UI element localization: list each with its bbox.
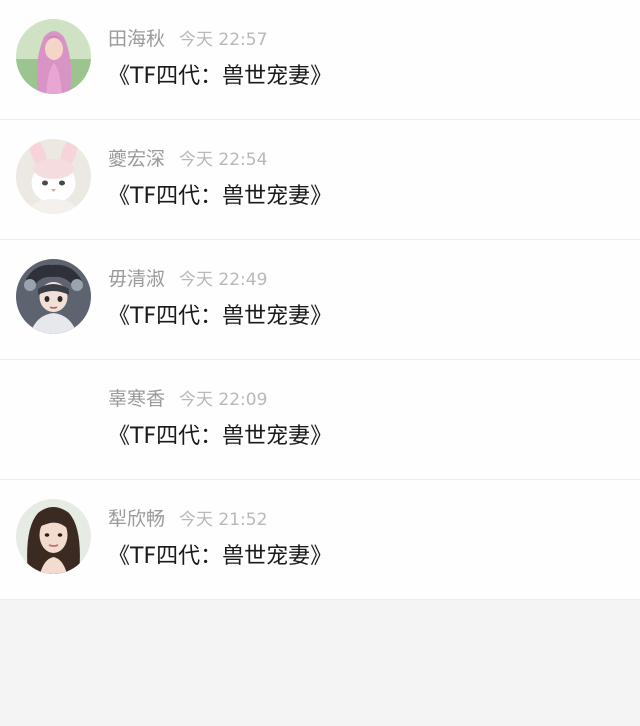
- username[interactable]: 夔宏深: [108, 148, 165, 170]
- list-item[interactable]: 田海秋 今天 22:57 《TF四代：兽世宠妻》: [0, 0, 640, 120]
- timestamp: 今天 22:09: [179, 390, 268, 410]
- avatar[interactable]: [16, 259, 91, 334]
- list-item[interactable]: 辜寒香 今天 22:09 《TF四代：兽世宠妻》: [0, 360, 640, 480]
- white-cat-bunny-ears-icon: [16, 139, 91, 214]
- message-list: 田海秋 今天 22:57 《TF四代：兽世宠妻》 夔宏深 今天 22:54 《TF四…: [0, 0, 640, 600]
- username[interactable]: 辜寒香: [108, 388, 165, 410]
- timestamp: 今天 22:49: [179, 270, 268, 290]
- message-text: 《TF四代：兽世宠妻》: [108, 424, 333, 449]
- message-text: 《TF四代：兽世宠妻》: [108, 184, 333, 209]
- avatar[interactable]: [16, 499, 91, 574]
- message-text: 《TF四代：兽世宠妻》: [108, 304, 333, 329]
- timestamp: 今天 21:52: [179, 510, 268, 530]
- dark-haired-woman-icon: [16, 499, 91, 574]
- anime-character-icon: [16, 259, 91, 334]
- username[interactable]: 田海秋: [108, 28, 165, 50]
- item-header: 毋清淑 今天 22:49: [108, 266, 267, 292]
- item-header: 犁欣畅 今天 21:52: [108, 506, 267, 532]
- timestamp: 今天 22:57: [179, 30, 268, 50]
- list-item[interactable]: 犁欣畅 今天 21:52 《TF四代：兽世宠妻》: [0, 480, 640, 600]
- pink-haired-girl-icon: [16, 19, 91, 94]
- item-header: 辜寒香 今天 22:09: [108, 386, 267, 412]
- username[interactable]: 犁欣畅: [108, 508, 165, 530]
- item-header: 夔宏深 今天 22:54: [108, 146, 267, 172]
- username[interactable]: 毋清淑: [108, 268, 165, 290]
- timestamp: 今天 22:54: [179, 150, 268, 170]
- empty-background: [0, 600, 640, 726]
- message-text: 《TF四代：兽世宠妻》: [108, 544, 333, 569]
- list-item[interactable]: 毋清淑 今天 22:49 《TF四代：兽世宠妻》: [0, 240, 640, 360]
- avatar[interactable]: [16, 19, 91, 94]
- list-item[interactable]: 夔宏深 今天 22:54 《TF四代：兽世宠妻》: [0, 120, 640, 240]
- item-header: 田海秋 今天 22:57: [108, 26, 267, 52]
- avatar[interactable]: [16, 139, 91, 214]
- message-text: 《TF四代：兽世宠妻》: [108, 64, 333, 89]
